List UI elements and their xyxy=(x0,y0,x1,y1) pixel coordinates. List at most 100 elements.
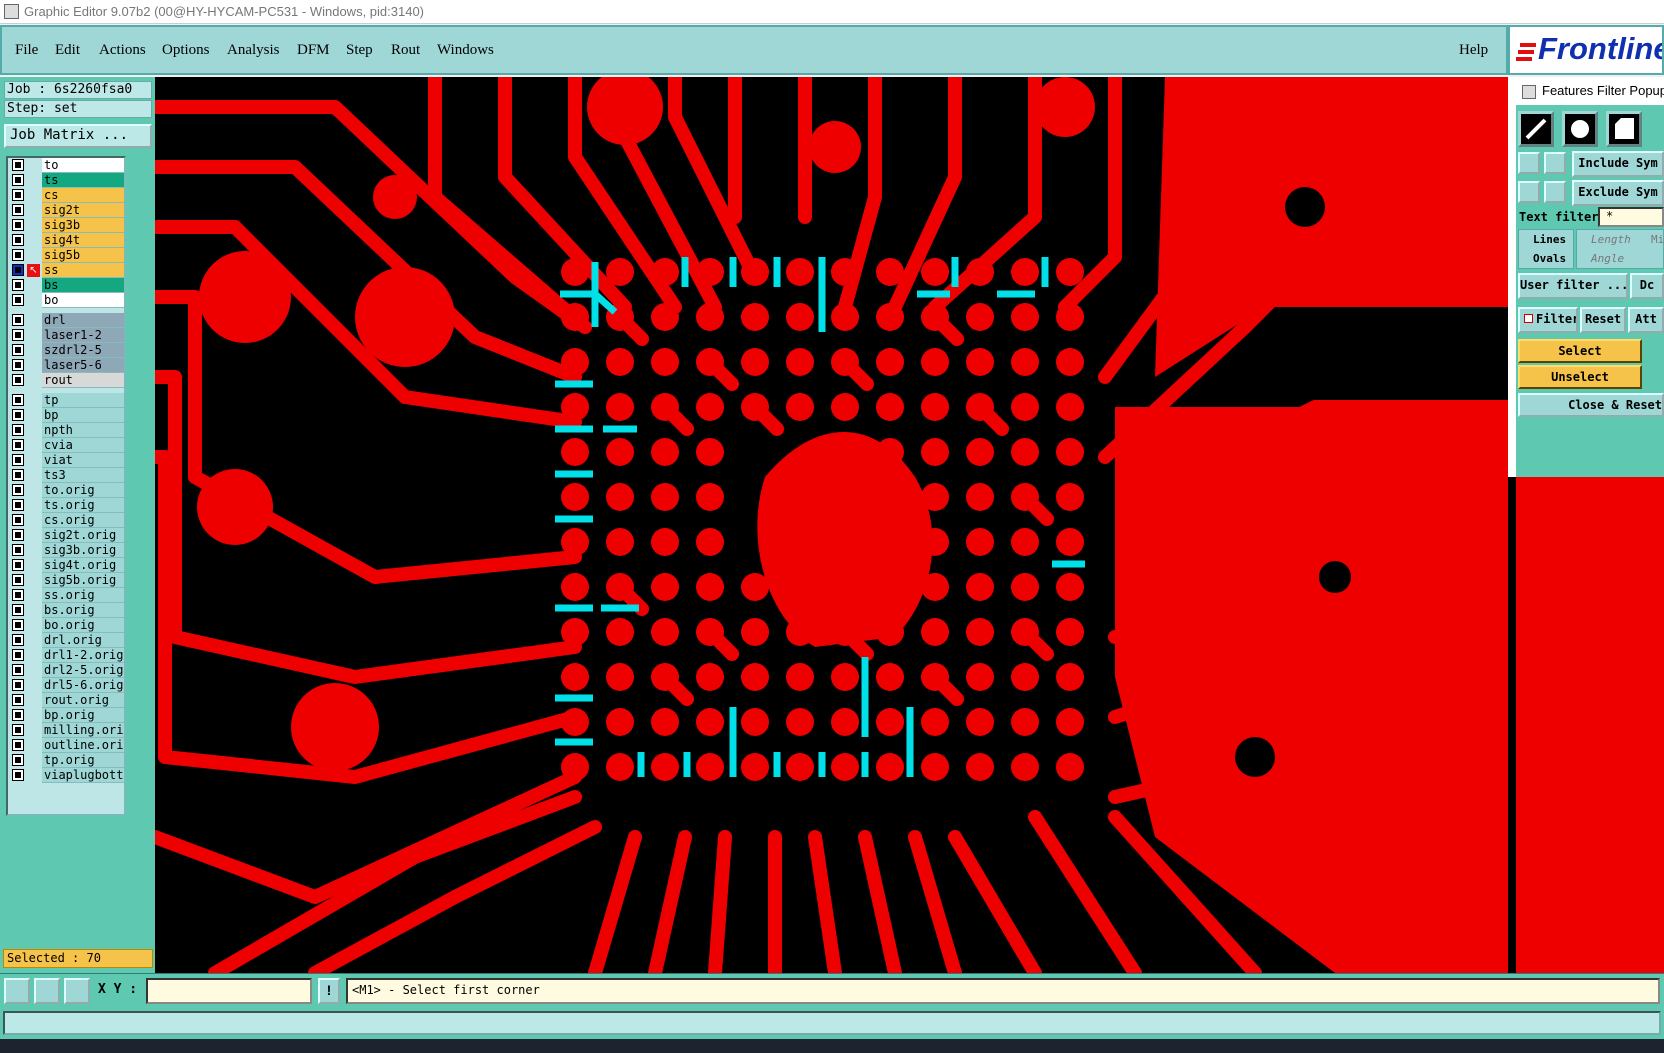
layer-name[interactable]: sig2t xyxy=(42,203,124,218)
layer-checkbox[interactable] xyxy=(12,574,24,586)
menu-windows[interactable]: Windows xyxy=(437,42,494,59)
xy-input[interactable] xyxy=(146,978,312,1004)
layer-row-drl2-5.orig[interactable]: drl2-5.orig xyxy=(8,663,124,678)
layer-row-viaplugbottom[interactable]: viaplugbottom xyxy=(8,768,124,783)
layer-checkbox[interactable] xyxy=(12,469,24,481)
layer-row-laser1-2[interactable]: laser1-2 xyxy=(8,328,124,343)
layer-name[interactable]: ts xyxy=(42,173,124,188)
layer-checkbox[interactable] xyxy=(12,219,24,231)
layer-name[interactable]: outline.orig xyxy=(42,738,124,753)
menu-actions[interactable]: Actions xyxy=(99,42,146,59)
layer-row-bs.orig[interactable]: bs.orig xyxy=(8,603,124,618)
layer-name[interactable]: drl2-5.orig xyxy=(42,663,124,678)
layer-row-viat[interactable]: viat xyxy=(8,453,124,468)
layer-row-drl.orig[interactable]: drl.orig xyxy=(8,633,124,648)
layer-name[interactable]: bs.orig xyxy=(42,603,124,618)
layer-name[interactable]: viat xyxy=(42,453,124,468)
layer-row-to[interactable]: to xyxy=(8,158,124,173)
layer-name[interactable]: laser5-6 xyxy=(42,358,124,373)
layer-row-sig3b.orig[interactable]: sig3b.orig xyxy=(8,543,124,558)
menu-analysis[interactable]: Analysis xyxy=(227,42,280,59)
layer-name[interactable]: bo xyxy=(42,293,124,308)
layer-name[interactable]: bp.orig xyxy=(42,708,124,723)
layer-checkbox[interactable] xyxy=(12,634,24,646)
layer-checkbox[interactable] xyxy=(12,264,24,276)
layer-row-sig5b[interactable]: sig5b xyxy=(8,248,124,263)
job-matrix-button[interactable]: Job Matrix ... xyxy=(4,124,152,148)
layer-checkbox[interactable] xyxy=(12,679,24,691)
menu-file[interactable]: File xyxy=(15,42,38,59)
layer-row-drl[interactable]: drl xyxy=(8,313,124,328)
layer-row-rout[interactable]: rout xyxy=(8,373,124,388)
layer-name[interactable]: ss xyxy=(42,263,124,278)
layer-row-tp.orig[interactable]: tp.orig xyxy=(8,753,124,768)
layer-name[interactable]: sig5b.orig xyxy=(42,573,124,588)
line-type-icon[interactable] xyxy=(1518,111,1554,147)
grid-icon[interactable] xyxy=(64,978,90,1004)
layer-name[interactable]: sig2t.orig xyxy=(42,528,124,543)
layer-checkbox[interactable] xyxy=(12,279,24,291)
layer-name[interactable]: drl.orig xyxy=(42,633,124,648)
layer-checkbox[interactable] xyxy=(12,234,24,246)
menu-step[interactable]: Step xyxy=(346,42,373,59)
layer-row-bo.orig[interactable]: bo.orig xyxy=(8,618,124,633)
layer-checkbox[interactable] xyxy=(12,439,24,451)
layer-checkbox[interactable] xyxy=(12,294,24,306)
text-filter-input[interactable]: * xyxy=(1598,207,1664,227)
layer-name[interactable]: rout.orig xyxy=(42,693,124,708)
layer-row-sig5b.orig[interactable]: sig5b.orig xyxy=(8,573,124,588)
layer-checkbox[interactable] xyxy=(12,724,24,736)
layer-row-ss[interactable]: ↖ ss xyxy=(8,263,124,278)
layer-row-sig4t.orig[interactable]: sig4t.orig xyxy=(8,558,124,573)
layer-name[interactable]: ss.orig xyxy=(42,588,124,603)
layer-checkbox[interactable] xyxy=(12,454,24,466)
layer-row-ts.orig[interactable]: ts.orig xyxy=(8,498,124,513)
layer-row-milling.orig[interactable]: milling.orig xyxy=(8,723,124,738)
layer-name[interactable]: viaplugbottom xyxy=(42,768,124,783)
pcb-drawing[interactable] xyxy=(155,77,1508,973)
layer-checkbox[interactable] xyxy=(12,619,24,631)
layer-name[interactable]: to xyxy=(42,158,124,173)
layer-checkbox[interactable] xyxy=(12,344,24,356)
user-filter-button[interactable]: User filter ... xyxy=(1518,273,1628,299)
layer-row-cs.orig[interactable]: cs.orig xyxy=(8,513,124,528)
layer-checkbox[interactable] xyxy=(12,249,24,261)
layer-name[interactable]: tp.orig xyxy=(42,753,124,768)
layer-name[interactable]: laser1-2 xyxy=(42,328,124,343)
arrow-deselect-icon-2[interactable] xyxy=(1544,181,1566,203)
layer-row-sig2t[interactable]: sig2t xyxy=(8,203,124,218)
surface-type-icon[interactable] xyxy=(1606,111,1642,147)
layer-checkbox[interactable] xyxy=(12,694,24,706)
layer-row-drl1-2.orig[interactable]: drl1-2.orig xyxy=(8,648,124,663)
layer-checkbox[interactable] xyxy=(12,499,24,511)
layer-name[interactable]: cs xyxy=(42,188,124,203)
layer-checkbox[interactable] xyxy=(12,329,24,341)
layer-name[interactable]: sig3b xyxy=(42,218,124,233)
layer-row-tp[interactable]: tp xyxy=(8,393,124,408)
layer-row-ss.orig[interactable]: ss.orig xyxy=(8,588,124,603)
layer-row-bp[interactable]: bp xyxy=(8,408,124,423)
zoom-area-icon[interactable] xyxy=(4,978,30,1004)
menu-edit[interactable]: Edit xyxy=(55,42,80,59)
layer-checkbox[interactable] xyxy=(12,424,24,436)
close-reset-button[interactable]: Close & Reset xyxy=(1518,393,1664,417)
reset-button[interactable]: Reset xyxy=(1580,307,1626,333)
layer-checkbox[interactable] xyxy=(12,529,24,541)
layer-row-bo[interactable]: bo xyxy=(8,293,124,308)
layer-row-sig3b[interactable]: sig3b xyxy=(8,218,124,233)
layer-row-sig4t[interactable]: sig4t xyxy=(8,233,124,248)
layer-checkbox[interactable] xyxy=(12,204,24,216)
length-label[interactable]: Length xyxy=(1591,233,1631,246)
layer-name[interactable]: bp xyxy=(42,408,124,423)
arrow-select-icon-2[interactable] xyxy=(1518,181,1540,203)
graphic-canvas[interactable] xyxy=(155,77,1508,973)
layer-row-sig2t.orig[interactable]: sig2t.orig xyxy=(8,528,124,543)
layer-row-laser5-6[interactable]: laser5-6 xyxy=(8,358,124,373)
layer-row-bp.orig[interactable]: bp.orig xyxy=(8,708,124,723)
angle-label[interactable]: Angle xyxy=(1591,252,1624,265)
layer-row-ts3[interactable]: ts3 xyxy=(8,468,124,483)
layer-name[interactable]: drl1-2.orig xyxy=(42,648,124,663)
layer-checkbox[interactable] xyxy=(12,754,24,766)
layer-name[interactable]: sig4t.orig xyxy=(42,558,124,573)
layer-row-cs[interactable]: cs xyxy=(8,188,124,203)
